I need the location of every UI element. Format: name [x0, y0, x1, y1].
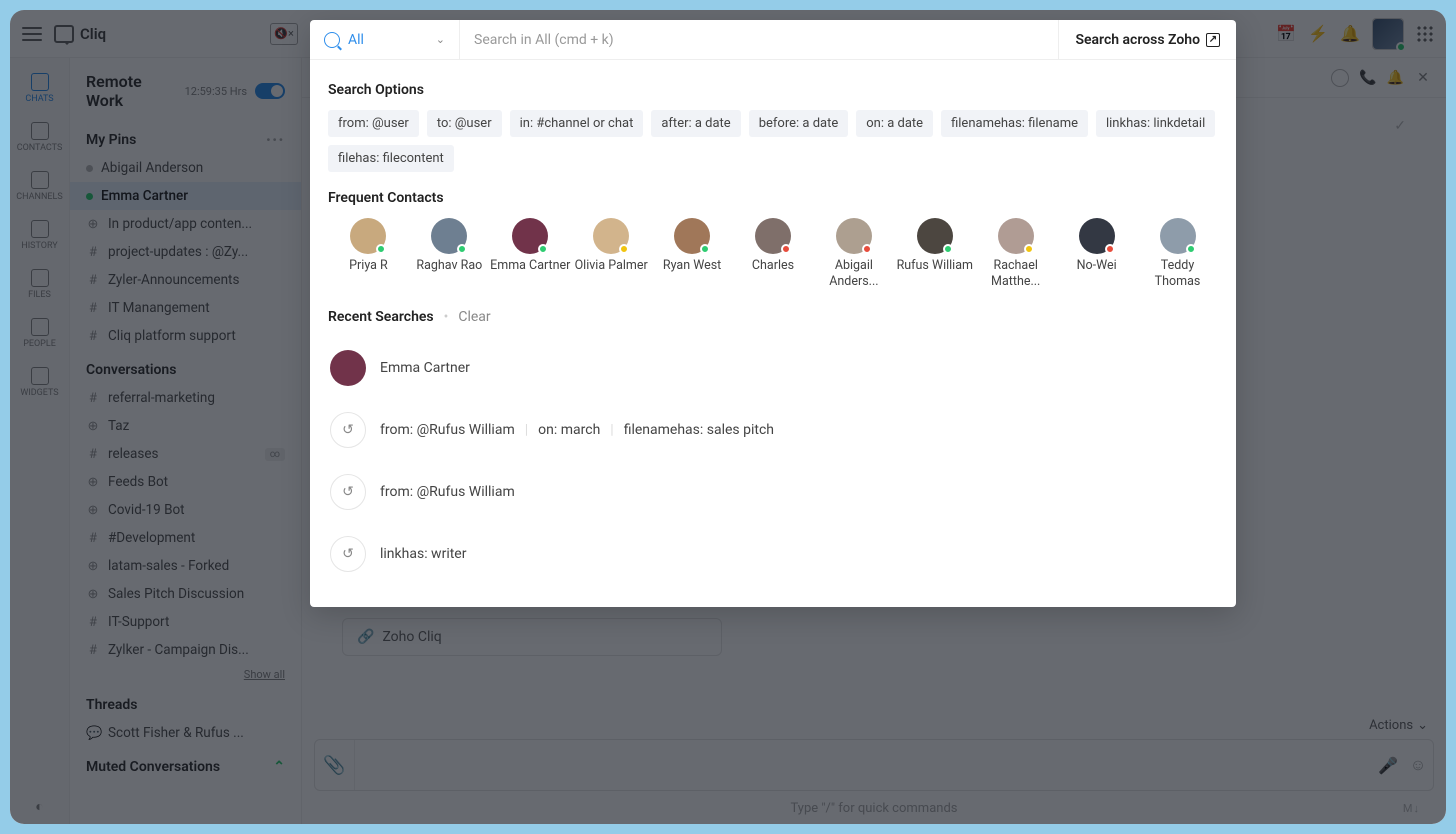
contact-name: Emma Cartner: [490, 258, 570, 274]
frequent-contact[interactable]: Olivia Palmer: [571, 218, 652, 291]
recent-search-item[interactable]: ↺ from: @Rufus William: [328, 461, 1218, 523]
recent-query: linkhas: writer: [380, 546, 466, 562]
history-icon: ↺: [330, 474, 366, 510]
avatar: [1079, 218, 1115, 254]
frequent-contacts-title: Frequent Contacts: [328, 190, 1218, 206]
contact-name: Teddy Thomas: [1137, 258, 1218, 291]
contact-name: Priya R: [349, 258, 388, 274]
contact-name: No-Wei: [1077, 258, 1117, 274]
avatar: [836, 218, 872, 254]
status-dot: [1105, 244, 1115, 254]
recent-searches-header: Recent Searches • Clear: [328, 309, 1218, 325]
status-dot: [862, 244, 872, 254]
search-options-title: Search Options: [328, 82, 1218, 98]
avatar: [998, 218, 1034, 254]
contact-name: Rufus William: [897, 258, 973, 274]
search-option-chip[interactable]: after: a date: [651, 110, 740, 137]
contact-name: Olivia Palmer: [575, 258, 648, 274]
frequent-contact[interactable]: Charles: [733, 218, 814, 291]
avatar: [593, 218, 629, 254]
avatar: [350, 218, 386, 254]
avatar: [755, 218, 791, 254]
contact-name: Charles: [752, 258, 794, 274]
recent-label: Emma Cartner: [380, 360, 470, 376]
frequent-contact[interactable]: Rufus William: [894, 218, 975, 291]
status-dot: [943, 244, 953, 254]
status-dot: [376, 244, 386, 254]
search-panel: All ⌄ Search across Zoho ↗ Search Option…: [310, 20, 1236, 607]
status-dot: [619, 244, 629, 254]
search-option-chip[interactable]: on: a date: [856, 110, 933, 137]
frequent-contact[interactable]: Priya R: [328, 218, 409, 291]
history-icon: ↺: [330, 536, 366, 572]
status-dot: [700, 244, 710, 254]
search-panel-body: Search Options from: @user to: @user in: #…: [310, 60, 1236, 607]
status-dot: [781, 244, 791, 254]
search-icon: [324, 32, 340, 48]
recent-search-item[interactable]: ↺ from: @Rufus William|on: march|filename…: [328, 399, 1218, 461]
external-link-icon: ↗: [1206, 33, 1220, 47]
status-dot: [538, 244, 548, 254]
frequent-contact[interactable]: Emma Cartner: [490, 218, 571, 291]
search-option-chip[interactable]: linkhas: linkdetail: [1096, 110, 1215, 137]
chevron-down-icon: ⌄: [436, 33, 445, 46]
recent-searches-title: Recent Searches: [328, 309, 434, 325]
app-frame: Cliq 🔇× 📅 ⚡ 🔔 CHATSCONTACTSCHANNELSHISTO…: [10, 10, 1446, 824]
frequent-contact[interactable]: Teddy Thomas: [1137, 218, 1218, 291]
frequent-contact[interactable]: Raghav Rao: [409, 218, 490, 291]
search-input[interactable]: [460, 32, 1058, 48]
recent-search-item[interactable]: ↺ linkhas: writer: [328, 523, 1218, 585]
search-option-chip[interactable]: before: a date: [749, 110, 849, 137]
avatar: [1160, 218, 1196, 254]
search-option-chip[interactable]: in: #channel or chat: [510, 110, 644, 137]
frequent-contact[interactable]: Rachael Matthe...: [975, 218, 1056, 291]
status-dot: [1024, 244, 1034, 254]
contact-name: Rachael Matthe...: [975, 258, 1056, 291]
recent-search-item[interactable]: Emma Cartner: [328, 337, 1218, 399]
search-option-chip[interactable]: filehas: filecontent: [328, 145, 454, 172]
clear-recent-link[interactable]: Clear: [458, 309, 490, 325]
search-option-chip[interactable]: filenamehas: filename: [941, 110, 1088, 137]
status-dot: [457, 244, 467, 254]
frequent-contact[interactable]: No-Wei: [1056, 218, 1137, 291]
contact-name: Ryan West: [663, 258, 721, 274]
search-scope-dropdown[interactable]: All ⌄: [310, 20, 460, 59]
frequent-contact[interactable]: Abigail Anders...: [813, 218, 894, 291]
status-dot: [1186, 244, 1196, 254]
recent-query: from: @Rufus William: [380, 484, 515, 500]
search-across-zoho-button[interactable]: Search across Zoho ↗: [1058, 20, 1236, 59]
search-option-chip[interactable]: to: @user: [427, 110, 502, 137]
avatar: [917, 218, 953, 254]
avatar: [674, 218, 710, 254]
history-icon: ↺: [330, 412, 366, 448]
search-option-chip[interactable]: from: @user: [328, 110, 419, 137]
search-row: All ⌄ Search across Zoho ↗: [310, 20, 1236, 60]
frequent-contact[interactable]: Ryan West: [652, 218, 733, 291]
recent-query: from: @Rufus William|on: march|filenameh…: [380, 422, 774, 438]
contact-name: Raghav Rao: [416, 258, 482, 274]
avatar: [330, 350, 366, 386]
avatar: [512, 218, 548, 254]
search-scope-label: All: [348, 32, 364, 48]
contact-name: Abigail Anders...: [813, 258, 894, 291]
avatar: [431, 218, 467, 254]
